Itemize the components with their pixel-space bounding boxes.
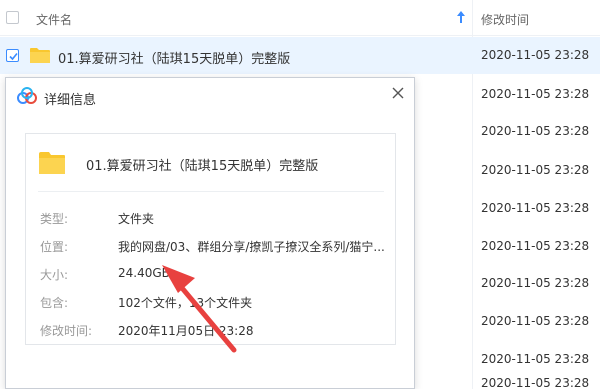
size-label: 大小: bbox=[40, 268, 69, 282]
sort-ascending-icon[interactable] bbox=[456, 10, 466, 24]
column-header-modified-time[interactable]: 修改时间 bbox=[481, 11, 529, 28]
details-card: 01.算爱研习社（陆琪15天脱单）完整版 类型: 文件夹 位置: 我的网盘/03… bbox=[25, 133, 396, 345]
divider bbox=[38, 191, 384, 192]
file-modified-time: 2020-11-05 23:28 bbox=[481, 124, 590, 138]
file-modified-time: 2020-11-05 23:28 bbox=[481, 352, 590, 366]
type-label: 类型: bbox=[40, 212, 69, 226]
contains-label: 包含: bbox=[40, 296, 69, 310]
select-all-checkbox[interactable] bbox=[6, 11, 19, 24]
folder-icon bbox=[39, 152, 65, 174]
close-icon[interactable] bbox=[389, 84, 407, 102]
location-label: 位置: bbox=[40, 240, 69, 254]
file-modified-time: 2020-11-05 23:28 bbox=[481, 376, 590, 389]
file-modified-time: 2020-11-05 23:28 bbox=[481, 201, 590, 215]
dialog-titlebar[interactable]: 详细信息 bbox=[6, 78, 414, 114]
type-value: 文件夹 bbox=[118, 212, 155, 226]
modified-time-value: 2020年11月05日 23:28 bbox=[118, 324, 254, 338]
file-modified-time: 2020-11-05 23:28 bbox=[481, 239, 590, 253]
file-modified-time: 2020-11-05 23:28 bbox=[481, 48, 590, 62]
folder-icon bbox=[30, 48, 50, 63]
row-checkbox-checked[interactable] bbox=[6, 49, 19, 62]
contains-value: 102个文件，13个文件夹 bbox=[118, 296, 253, 310]
file-modified-time: 2020-11-05 23:28 bbox=[481, 163, 590, 177]
file-list-header: 文件名 修改时间 bbox=[0, 0, 600, 36]
file-row[interactable]: 01.算爱研习社（陆琪15天脱单）完整版 2020-11-05 23:28 bbox=[0, 37, 600, 74]
modified-time-label: 修改时间: bbox=[40, 324, 93, 338]
location-value[interactable]: 我的网盘/03、群组分享/撩凯子撩汉全系列/猫宁... bbox=[118, 238, 385, 255]
file-modified-time: 2020-11-05 23:28 bbox=[481, 276, 590, 290]
file-name[interactable]: 01.算爱研习社（陆琪15天脱单）完整版 bbox=[58, 48, 290, 67]
column-header-filename[interactable]: 文件名 bbox=[36, 11, 72, 28]
size-value: 24.40GB bbox=[118, 266, 170, 280]
details-file-name: 01.算爱研习社（陆琪15天脱单）完整版 bbox=[86, 159, 319, 174]
details-dialog: 详细信息 01.算爱研习社（陆琪15天脱单）完整版 类型: 文件夹 位置: 我的… bbox=[5, 77, 415, 389]
dialog-title: 详细信息 bbox=[44, 93, 97, 108]
file-modified-time: 2020-11-05 23:28 bbox=[481, 314, 590, 328]
cloud-logo-icon bbox=[17, 87, 37, 104]
file-modified-time: 2020-11-05 23:28 bbox=[481, 87, 590, 101]
